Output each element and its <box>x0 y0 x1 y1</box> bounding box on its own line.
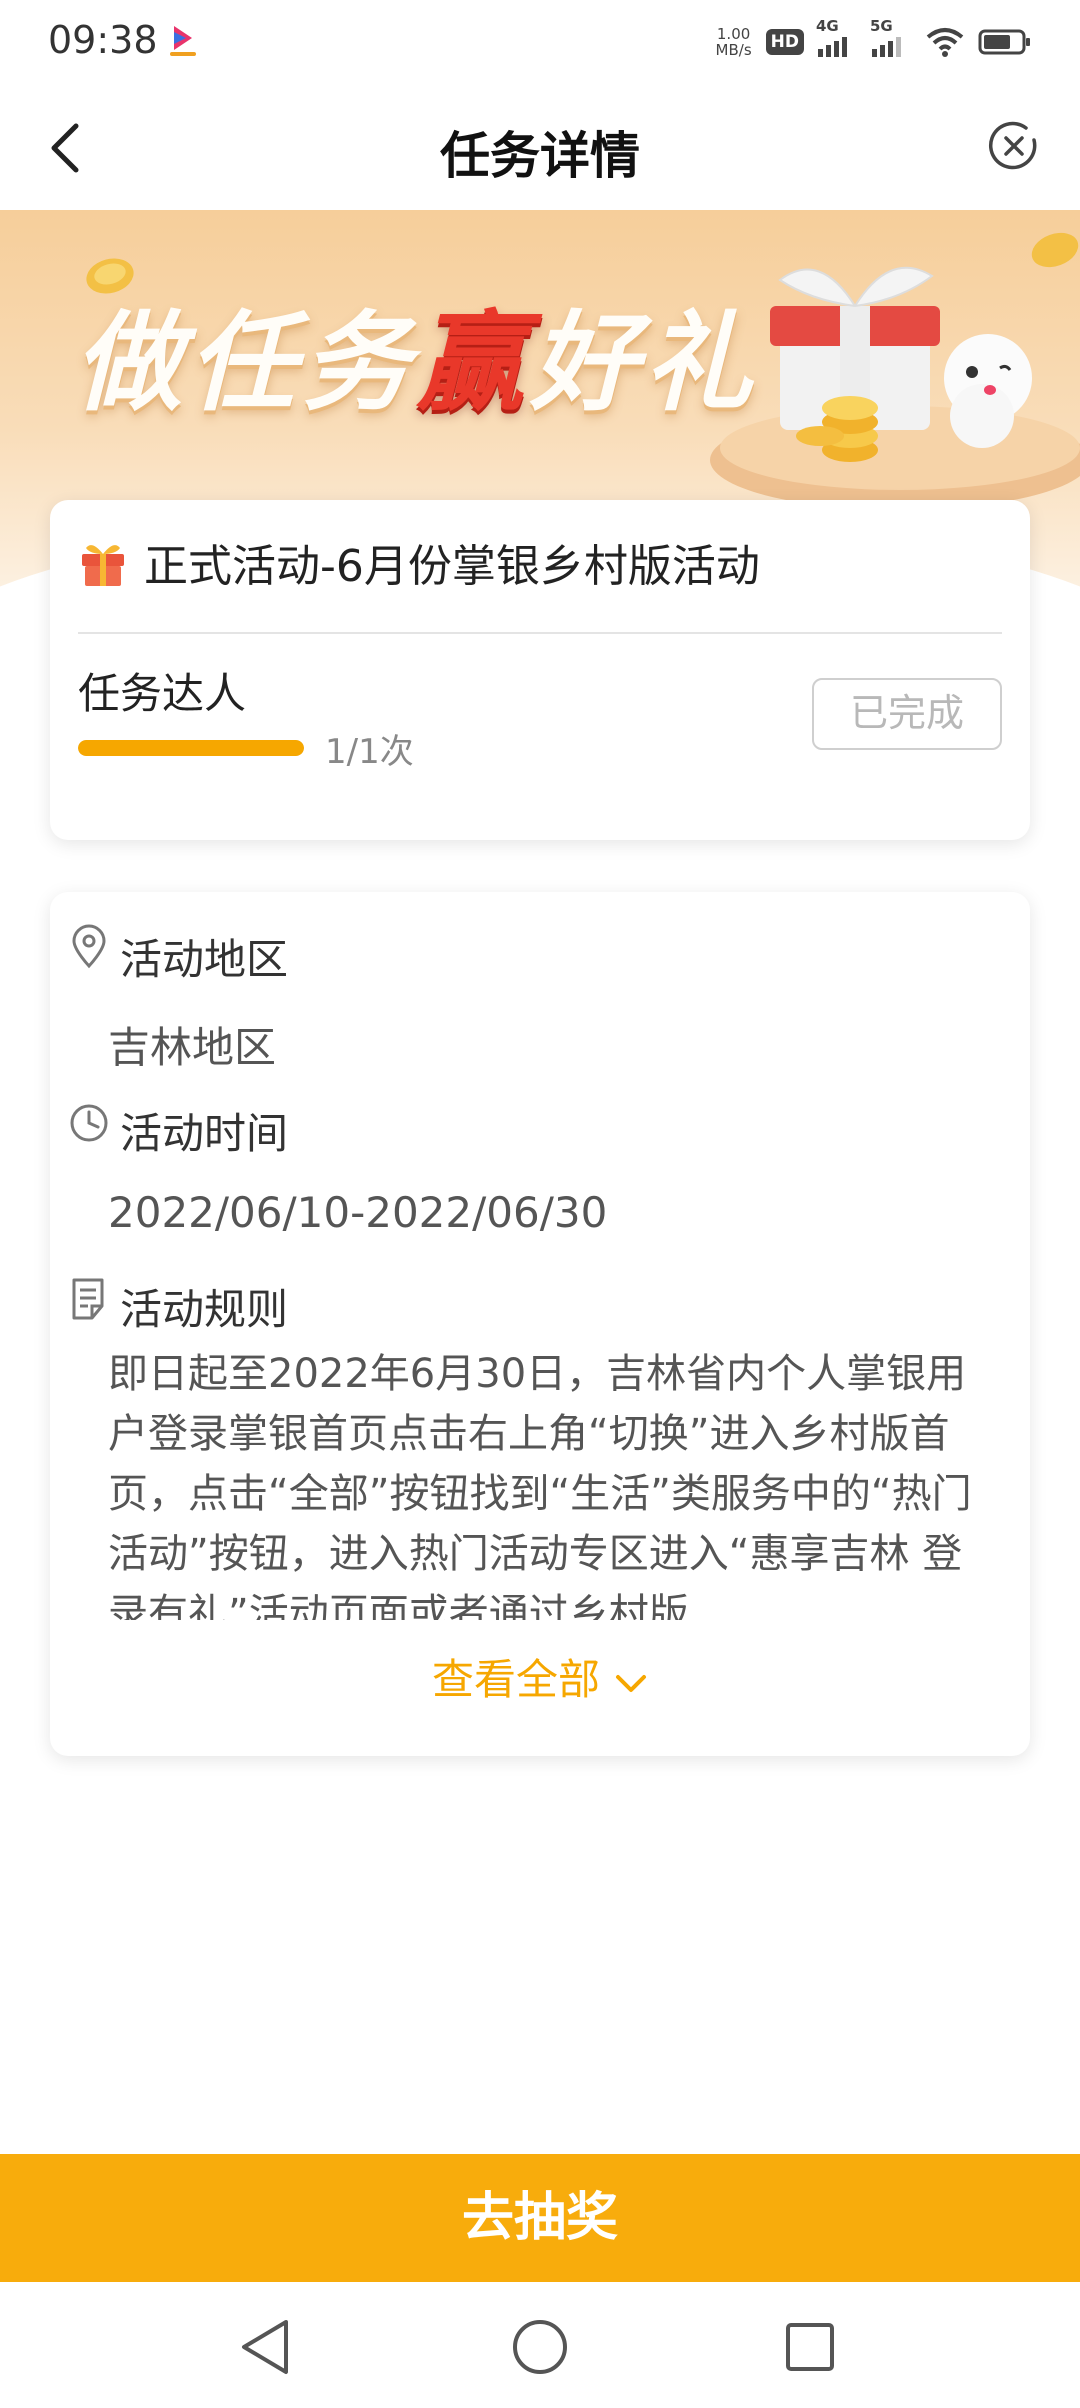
location-pin-icon <box>72 924 106 969</box>
time-label: 活动时间 <box>120 1109 289 1158</box>
view-all-link[interactable]: 查看全部 <box>50 1646 1030 1707</box>
go-draw-button[interactable]: 去抽奖 <box>0 2154 1080 2282</box>
network-speed-unit: MB/s <box>715 41 752 59</box>
coin-decoration-icon <box>86 258 134 294</box>
wifi-icon <box>926 28 964 57</box>
clock-icon <box>70 1104 108 1142</box>
chevron-down-icon <box>616 1674 646 1692</box>
signal-4g-icon: 4G <box>816 17 858 57</box>
close-circle-icon[interactable] <box>988 120 1040 172</box>
signal-5g-label: 5G <box>870 17 893 35</box>
system-nav-bar <box>0 2282 1080 2408</box>
network-speed: 1.00 MB/s <box>716 26 752 58</box>
nav-recents-icon[interactable] <box>775 2312 845 2382</box>
battery-icon <box>978 29 1030 55</box>
card-divider <box>78 632 1002 634</box>
nav-back-icon[interactable] <box>232 2312 302 2382</box>
hd-badge: HD <box>765 29 804 55</box>
region-value: 吉林地区 <box>108 1023 277 1072</box>
status-indicators: 1.00 MB/s HD 4G 5G <box>716 17 1032 64</box>
task-card: 正式活动-6月份掌银乡村版活动 任务达人 1/1次 已完成 <box>50 500 1030 840</box>
banner-slogan-part1: 做任务 <box>74 301 417 426</box>
completed-button[interactable]: 已完成 <box>812 678 1002 750</box>
nav-home-icon[interactable] <box>505 2312 575 2382</box>
activity-info-card: 活动地区 吉林地区 活动时间 2022/06/10-2022/06/30 活动规… <box>50 892 1030 1756</box>
header-bar: 任务详情 <box>0 80 1080 210</box>
banner-slogan: 做任务赢好礼 <box>74 276 758 432</box>
status-bar: 09:38 1.00 MB/s HD 4G 5G <box>0 0 1080 80</box>
region-label: 活动地区 <box>120 935 289 984</box>
app-notification-icon <box>170 26 196 56</box>
view-all-label: 查看全部 <box>431 1655 600 1704</box>
rules-label: 活动规则 <box>120 1285 289 1334</box>
task-progress-text: 1/1次 <box>325 732 414 772</box>
activity-title: 正式活动-6月份掌银乡村版活动 <box>144 541 760 592</box>
time-value: 2022/06/10-2022/06/30 <box>108 1188 608 1237</box>
task-progress-fill <box>78 740 304 756</box>
task-name: 任务达人 <box>78 669 247 718</box>
task-detail-page: 09:38 1.00 MB/s HD 4G 5G 任务详情 做任务赢好礼 正式活… <box>0 0 1080 2408</box>
gift-icon <box>82 545 124 586</box>
task-progress-bar <box>78 740 304 756</box>
status-time: 09:38 <box>48 18 158 62</box>
page-title: 任务详情 <box>440 127 640 185</box>
banner-slogan-highlight: 赢 <box>416 301 531 426</box>
rules-text: 即日起至2022年6月30日，吉林省内个人掌银用户登录掌银首页点击右上角“切换”… <box>108 1351 972 1620</box>
gift-box-illustration <box>710 232 1080 510</box>
signal-5g-icon: 5G <box>870 17 912 57</box>
network-speed-value: 1.00 <box>716 25 751 43</box>
signal-4g-label: 4G <box>816 17 839 35</box>
document-icon <box>72 1278 104 1320</box>
